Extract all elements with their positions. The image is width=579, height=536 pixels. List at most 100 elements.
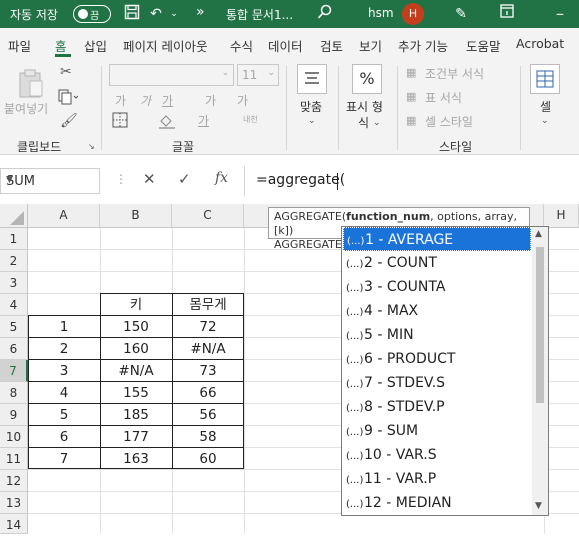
autocomplete-item[interactable]: (...)7 - STDEV.S — [343, 371, 531, 395]
row-header[interactable]: 10 — [0, 426, 28, 448]
cell-a5[interactable]: 1 — [28, 316, 100, 338]
autocomplete-item[interactable]: (...)2 - COUNT — [343, 251, 531, 275]
autosave-toggle[interactable]: 끔 — [73, 5, 111, 23]
font-color-icon[interactable]: 가 — [198, 112, 209, 129]
column-header-a[interactable]: A — [28, 204, 100, 228]
cut-icon[interactable]: ✂ — [60, 64, 72, 80]
autocomplete-list[interactable]: (...)1 - AVERAGE (...)2 - COUNT (...)3 -… — [341, 226, 549, 516]
autocomplete-item[interactable]: (...)9 - SUM — [343, 419, 531, 443]
row-header[interactable]: 5 — [0, 316, 28, 338]
tab-formulas[interactable]: 수식 — [230, 36, 253, 55]
column-header-c[interactable]: C — [172, 204, 244, 228]
save-icon[interactable] — [122, 4, 142, 24]
name-box[interactable]: SUM ▼ — [0, 168, 100, 194]
tab-page-layout[interactable]: 페이지 레이아웃 — [123, 36, 207, 55]
insert-function-icon[interactable]: fx — [215, 170, 228, 186]
row-header[interactable]: 9 — [0, 404, 28, 426]
clipboard-launcher-icon[interactable]: ↘ — [88, 142, 95, 151]
cell-b10[interactable]: 177 — [100, 426, 172, 448]
cell-a7[interactable]: 3 — [28, 360, 100, 382]
format-as-table-icon[interactable]: ▦ — [406, 90, 416, 103]
ribbon-display-icon[interactable] — [497, 4, 517, 24]
copy-icon[interactable] — [58, 89, 79, 108]
cell-c7[interactable]: 73 — [172, 360, 244, 382]
format-painter-icon[interactable]: 🖌 — [60, 113, 78, 129]
row-header[interactable]: 12 — [0, 470, 28, 492]
row-header-selected[interactable]: 7 — [0, 360, 28, 382]
fill-color-icon[interactable] — [158, 113, 176, 132]
cell-b8[interactable]: 155 — [100, 382, 172, 404]
bold-icon[interactable]: 가 — [115, 92, 126, 109]
cell-b5[interactable]: 150 — [100, 316, 172, 338]
row-header[interactable]: 6 — [0, 338, 28, 360]
tab-data[interactable]: 데이터 — [268, 36, 303, 55]
alignment-icon[interactable] — [297, 64, 327, 94]
row-header[interactable]: 8 — [0, 382, 28, 404]
autocomplete-item[interactable]: (...)6 - PRODUCT — [343, 347, 531, 371]
pen-icon[interactable]: ✎ — [451, 4, 471, 24]
cell-a8[interactable]: 4 — [28, 382, 100, 404]
cell-b7[interactable]: #N/A — [100, 360, 172, 382]
grow-font-icon[interactable]: 가 — [205, 92, 216, 109]
border-icon[interactable] — [112, 112, 128, 131]
autocomplete-item[interactable]: (...)3 - COUNTA — [343, 275, 531, 299]
cell-styles-icon[interactable]: ▦ — [406, 114, 416, 127]
tab-acrobat[interactable]: Acrobat — [516, 36, 564, 51]
cell-a9[interactable]: 5 — [28, 404, 100, 426]
row-header[interactable]: 11 — [0, 448, 28, 470]
autocomplete-item[interactable]: (...)4 - MAX — [343, 299, 531, 323]
tab-add-ins[interactable]: 추가 기능 — [398, 36, 448, 55]
cell-c11[interactable]: 60 — [172, 448, 244, 470]
tab-view[interactable]: 보기 — [359, 36, 382, 55]
enter-icon[interactable]: ✓ — [178, 170, 191, 188]
autocomplete-scrollbar[interactable]: ▲ ▼ — [532, 227, 548, 515]
conditional-format-icon[interactable]: ▦ — [406, 66, 416, 79]
cancel-icon[interactable]: ✕ — [143, 170, 156, 188]
tab-home[interactable]: 홈 — [55, 36, 67, 55]
autocomplete-item[interactable]: (...)11 - VAR.P — [343, 467, 531, 491]
column-header-b[interactable]: B — [100, 204, 172, 228]
format-as-table-button[interactable]: 표 서식 — [425, 89, 462, 106]
cell-c5[interactable]: 72 — [172, 316, 244, 338]
select-all-button[interactable] — [0, 204, 28, 228]
shrink-font-icon[interactable]: 가 — [237, 92, 248, 109]
row-header[interactable]: 2 — [0, 250, 28, 272]
font-name-box[interactable]: ⌄ — [109, 64, 234, 86]
tooltip-function-name[interactable]: AGGREGATE( — [274, 210, 346, 223]
underline-icon[interactable]: 가 — [162, 92, 173, 109]
header-cell-height[interactable]: 키 — [100, 294, 172, 316]
more-commands-icon[interactable]: » — [196, 4, 205, 20]
name-box-dropdown-icon[interactable]: ▼ — [6, 175, 94, 185]
italic-icon[interactable]: 가 — [140, 92, 151, 109]
cell-c8[interactable]: 66 — [172, 382, 244, 404]
alignment-dropdown-icon[interactable]: ⌄ — [308, 116, 316, 126]
cell-c9[interactable]: 56 — [172, 404, 244, 426]
row-header[interactable]: 13 — [0, 492, 28, 514]
cell-b9[interactable]: 185 — [100, 404, 172, 426]
search-icon[interactable] — [315, 4, 335, 24]
minimize-icon[interactable]: – — [550, 4, 570, 24]
undo-icon[interactable]: ↶ — [146, 4, 166, 24]
column-header-h[interactable]: H — [544, 204, 579, 228]
number-dropdown-icon[interactable]: ⌄ — [373, 118, 381, 128]
alignment-button[interactable]: 맞춤 — [300, 98, 322, 115]
cells-icon[interactable] — [530, 64, 560, 94]
cell-a10[interactable]: 6 — [28, 426, 100, 448]
cell-c10[interactable]: 58 — [172, 426, 244, 448]
autocomplete-item[interactable]: (...)1 - AVERAGE — [343, 227, 531, 251]
tab-insert[interactable]: 삽입 — [84, 36, 107, 55]
conditional-format-button[interactable]: 조건부 서식 — [425, 65, 484, 82]
header-cell-weight[interactable]: 몸무게 — [172, 294, 244, 316]
cell-b11[interactable]: 163 — [100, 448, 172, 470]
autocomplete-item[interactable]: (...)5 - MIN — [343, 323, 531, 347]
phonetic-icon[interactable]: 내천 — [243, 114, 258, 125]
scroll-up-icon[interactable]: ▲ — [535, 229, 542, 239]
percent-icon[interactable]: % — [352, 64, 382, 94]
cell-a11[interactable]: 7 — [28, 448, 100, 470]
tab-review[interactable]: 검토 — [320, 36, 343, 55]
row-header[interactable]: 1 — [0, 228, 28, 250]
cell-c6[interactable]: #N/A — [172, 338, 244, 360]
font-size-box[interactable]: 11 ⌄ — [237, 64, 279, 86]
formula-input[interactable]: =aggregate( — [256, 172, 345, 188]
row-header[interactable]: 4 — [0, 294, 28, 316]
